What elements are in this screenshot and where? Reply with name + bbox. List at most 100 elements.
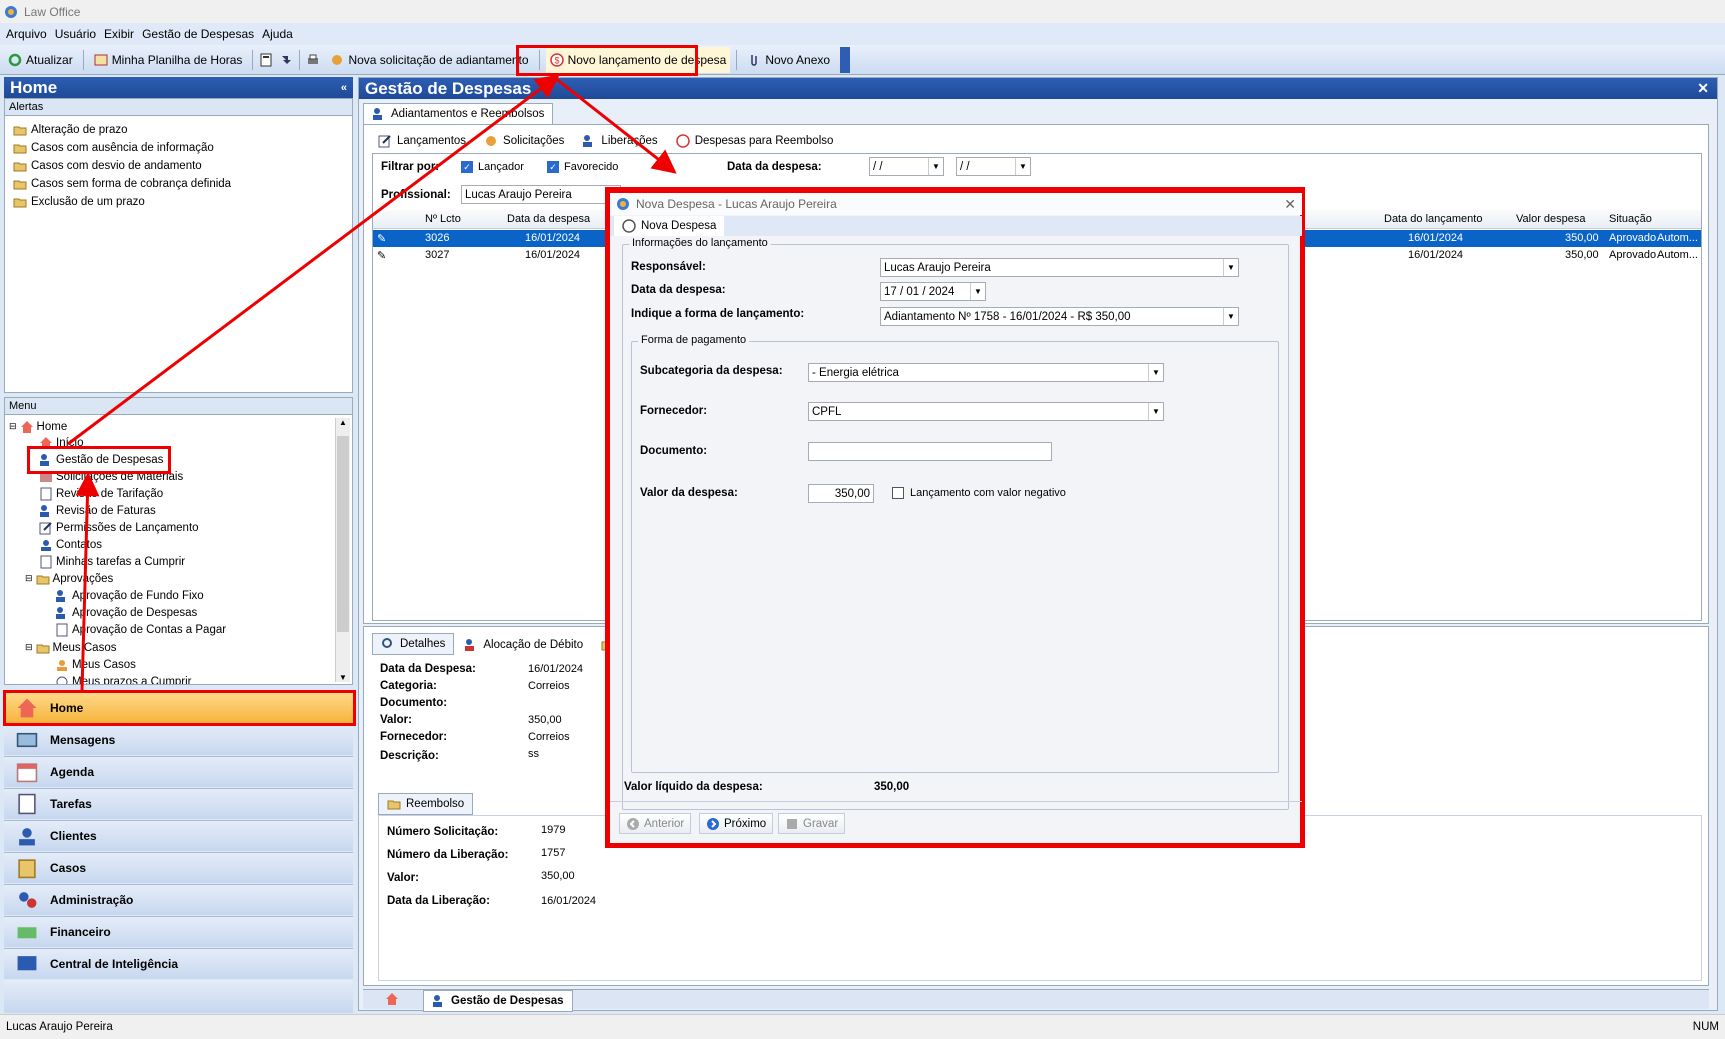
nav-mensagens[interactable]: Mensagens — [4, 724, 353, 755]
subtab-lancamentos[interactable]: Lançamentos — [370, 131, 475, 151]
users-icon — [582, 134, 596, 148]
tree-item-aprovacoes[interactable]: ⊟ Aprovações — [25, 570, 113, 587]
svg-text:$: $ — [554, 55, 559, 65]
nav-clientes[interactable]: Clientes — [4, 820, 353, 851]
tree-item-revisao-faturas[interactable]: Revisão de Faturas — [39, 502, 156, 519]
supplier-select[interactable]: CPFL ▼ — [808, 402, 1164, 421]
tree-item-aprovacao-fundo[interactable]: Aprovação de Fundo Fixo — [55, 587, 204, 604]
col-data-despesa[interactable]: Data da despesa — [507, 213, 590, 225]
edit-icon[interactable]: ✎ — [377, 249, 386, 262]
nav-tarefas[interactable]: Tarefas — [4, 788, 353, 819]
new-attachment-button[interactable]: Novo Anexo — [743, 47, 834, 73]
timesheet-button[interactable]: Minha Planilha de Horas — [90, 47, 247, 73]
home-tab-icon[interactable] — [385, 992, 399, 1006]
alert-item[interactable]: Casos com desvio de andamento — [5, 157, 352, 175]
alert-item[interactable]: Casos com ausência de informação — [5, 139, 352, 157]
app-logo-icon — [616, 197, 630, 211]
negative-checkbox[interactable]: Lançamento com valor negativo — [892, 487, 1066, 499]
export-icon[interactable] — [279, 53, 293, 67]
tab-reembolso[interactable]: Reembolso — [378, 793, 474, 815]
menu-usuario[interactable]: Usuário — [55, 27, 96, 41]
chevron-down-icon: ▼ — [1223, 308, 1238, 325]
nav-central-inteligencia[interactable]: Central de Inteligência — [4, 948, 353, 979]
tab-alocacao-debito[interactable]: Alocação de Débito — [456, 635, 591, 655]
expense-icon: $ — [549, 52, 564, 67]
alert-item[interactable]: Alteração de prazo — [5, 121, 352, 139]
tree-item-home[interactable]: ⊟ Home — [9, 418, 67, 435]
col-valor-despesa[interactable]: Valor despesa — [1516, 213, 1586, 225]
save-button[interactable]: Gravar — [778, 813, 846, 834]
date-to-field[interactable]: / / ▼ — [956, 157, 1031, 176]
col-nlcto[interactable]: Nº Lcto — [425, 213, 461, 225]
menu-ajuda[interactable]: Ajuda — [262, 27, 293, 41]
new-advance-button[interactable]: Nova solicitação de adiantamento — [326, 47, 532, 73]
menu-exibir[interactable]: Exibir — [104, 27, 134, 41]
document-input[interactable] — [808, 442, 1052, 461]
nav-agenda[interactable]: Agenda — [4, 756, 353, 787]
tree-item-tarefas[interactable]: Minhas tarefas a Cumprir — [39, 553, 185, 570]
new-expense-label: Novo lançamento de despesa — [567, 52, 727, 67]
next-button[interactable]: Próximo — [699, 813, 774, 834]
list-icon — [39, 555, 53, 569]
close-icon[interactable]: ✕ — [1284, 196, 1296, 213]
col-situacao[interactable]: Situação — [1609, 213, 1652, 225]
case-icon — [16, 857, 38, 879]
toolbar-overflow-icon[interactable] — [840, 46, 851, 73]
tree-item-prazos[interactable]: Meus prazos a Cumprir — [55, 673, 192, 684]
info-group: Informações do lançamento Responsável: L… — [622, 237, 1289, 810]
monitor-icon — [16, 953, 38, 975]
alert-item[interactable]: Casos sem forma de cobrança definida — [5, 175, 352, 193]
mode-select[interactable]: Adiantamento Nº 1758 - 16/01/2024 - R$ 3… — [880, 307, 1239, 326]
edit-icon[interactable]: ✎ — [377, 232, 386, 245]
col-data-lancamento[interactable]: Data do lançamento — [1384, 213, 1482, 225]
nav-home[interactable]: Home — [4, 692, 353, 723]
pin-icon[interactable]: « — [341, 82, 347, 94]
tree-item-meus-casos-folder[interactable]: ⊟ Meus Casos — [25, 639, 116, 656]
tree-scrollbar[interactable]: ▲ ▼ — [335, 418, 350, 682]
launcher-checkbox[interactable]: ✓ Lançador — [461, 161, 524, 173]
tree-item-aprovacao-contas[interactable]: Aprovação de Contas a Pagar — [55, 621, 226, 638]
magnifier-icon — [381, 637, 395, 651]
nav-casos[interactable]: Casos — [4, 852, 353, 883]
tree-item-gestao-despesas[interactable]: Gestão de Despesas — [39, 451, 163, 468]
tree-item-aprovacao-despesas[interactable]: Aprovação de Despesas — [55, 604, 197, 621]
menu-arquivo[interactable]: Arquivo — [6, 27, 47, 41]
print-icon[interactable] — [306, 53, 320, 67]
favored-checkbox[interactable]: ✓ Favorecido — [547, 161, 618, 173]
refresh-button[interactable]: Atualizar — [4, 47, 77, 73]
tree-item-permissoes[interactable]: Permissões de Lançamento — [39, 519, 199, 536]
subtab-despesas-reembolso[interactable]: Despesas para Reembolso — [668, 131, 842, 151]
date-picker[interactable]: 17 / 01 / 2024 ▼ — [880, 282, 986, 301]
users-icon — [39, 453, 53, 467]
subtab-liberacoes[interactable]: Liberações — [574, 131, 665, 151]
tab-detalhes[interactable]: Detalhes — [372, 633, 455, 655]
tab-adiantamentos[interactable]: Adiantamentos e Reembolsos — [363, 103, 554, 124]
responsible-label: Responsável: — [631, 261, 706, 273]
tree-item-revisao-tarifacao[interactable]: Revisão de Tarifação — [39, 485, 163, 502]
nav-financeiro[interactable]: Financeiro — [4, 916, 353, 947]
alert-item[interactable]: Exclusão de um prazo — [5, 193, 352, 211]
tree-item-solicitacoes-materiais[interactable]: Solicitações de Materiais — [39, 468, 183, 485]
value-input[interactable]: 350,00 — [808, 484, 874, 503]
calculator-icon[interactable] — [259, 53, 273, 67]
previous-button[interactable]: Anterior — [619, 813, 692, 834]
tab-nova-despesa[interactable]: Nova Despesa — [614, 216, 725, 236]
professional-field[interactable]: Lucas Araujo Pereira — [461, 185, 621, 204]
tree-item-contatos[interactable]: Contatos — [39, 536, 102, 553]
timesheet-label: Minha Planilha de Horas — [111, 52, 243, 67]
subtab-solicitacoes[interactable]: Solicitações — [476, 131, 572, 151]
tree-item-meus-casos[interactable]: Meus Casos — [55, 656, 136, 673]
date-from-field[interactable]: / / ▼ — [869, 157, 944, 176]
menu-gestao-despesas[interactable]: Gestão de Despesas — [142, 27, 254, 41]
subcat-select[interactable]: - Energia elétrica ▼ — [808, 363, 1164, 382]
responsible-select[interactable]: Lucas Araujo Pereira ▼ — [880, 258, 1239, 277]
close-icon[interactable]: ✕ — [1697, 80, 1709, 97]
new-expense-button[interactable]: $ Novo lançamento de despesa — [545, 46, 731, 73]
payment-group: Forma de pagamento Subcategoria da despe… — [631, 334, 1279, 773]
chevron-down-icon: ▼ — [928, 158, 943, 175]
nav-administracao[interactable]: Administração — [4, 884, 353, 915]
arrow-right-icon — [706, 817, 720, 831]
doc-tab-gestao-despesas[interactable]: Gestão de Despesas — [423, 990, 573, 1012]
money-icon — [16, 921, 38, 943]
tree-item-inicio[interactable]: Início — [39, 434, 84, 451]
